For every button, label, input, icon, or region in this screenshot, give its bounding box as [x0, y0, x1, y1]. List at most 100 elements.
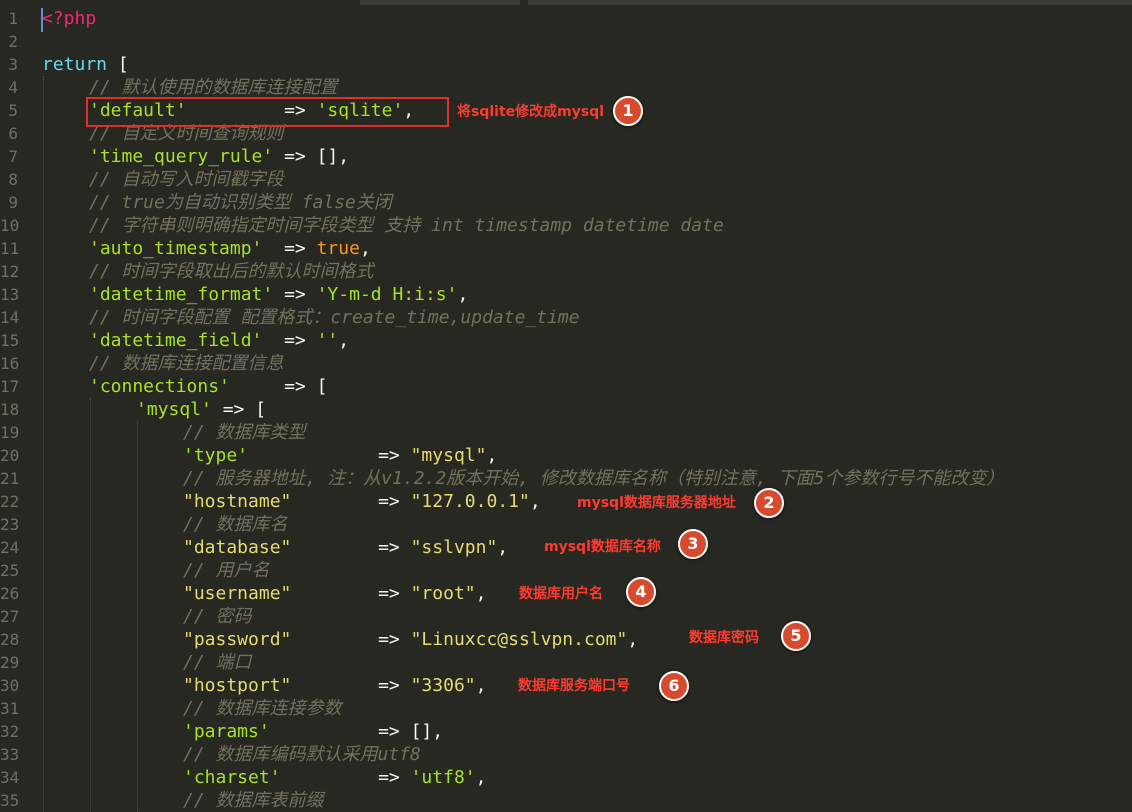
line-number: 34 — [0, 768, 20, 787]
code-token: , — [486, 445, 498, 466]
code-line[interactable]: 12 // 时间字段取出后的默认时间格式 — [0, 260, 1132, 283]
line-code: 'time_query_rule' => [], — [89, 145, 349, 168]
line-code: 'params' => [], — [183, 720, 443, 743]
code-line[interactable]: 3 return [ — [0, 53, 1132, 76]
line-number: 30 — [0, 676, 20, 695]
code-token: "password" — [183, 629, 292, 650]
line-number: 10 — [0, 216, 20, 235]
code-line[interactable]: 29 // 端口 — [0, 651, 1132, 674]
code-token: 'Y-m-d H:i:s' — [316, 284, 458, 305]
line-number: 15 — [0, 331, 20, 350]
line-number: 32 — [0, 722, 20, 741]
line-number: 11 — [0, 239, 20, 258]
code-token: // 时间字段配置 配置格式：create_time,update_time — [89, 307, 580, 328]
code-token: , — [529, 491, 541, 512]
code-line[interactable]: 18 'mysql' => [ — [0, 398, 1132, 421]
code-token: true — [316, 238, 360, 259]
code-line[interactable]: 19 // 数据库类型 — [0, 421, 1132, 444]
code-line[interactable]: 8 // 自动写入时间戳字段 — [0, 168, 1132, 191]
code-token: 'time_query_rule' — [89, 146, 274, 167]
line-code: // 自动写入时间戳字段 — [89, 168, 284, 191]
code-token: 'connections' — [89, 376, 230, 397]
line-code: // 默认使用的数据库连接配置 — [89, 76, 338, 99]
code-line[interactable]: 14 // 时间字段配置 配置格式：create_time,update_time — [0, 306, 1132, 329]
line-code: <?php — [42, 7, 96, 30]
code-token: => — [291, 629, 411, 650]
line-code: 'type' => "mysql", — [183, 444, 497, 467]
line-number: 22 — [0, 492, 20, 511]
code-token: "username" — [183, 583, 292, 604]
code-line[interactable]: 28 "password" => "Linuxcc@sslvpn.com", — [0, 628, 1132, 651]
code-line[interactable]: 2 — [0, 30, 1132, 53]
code-token: "Linuxcc@sslvpn.com" — [410, 629, 628, 650]
code-line[interactable]: 13 'datetime_format' => 'Y-m-d H:i:s', — [0, 283, 1132, 306]
code-line[interactable]: 22 "hostname" => "127.0.0.1", — [0, 490, 1132, 513]
code-line[interactable]: 35 // 数据库表前缀 — [0, 789, 1132, 812]
tab-bar — [0, 0, 1132, 5]
editor-tab-inactive[interactable] — [528, 0, 1132, 5]
annotation-1-label: 将sqlite修改成mysql — [457, 104, 605, 120]
code-line[interactable]: 34 'charset' => 'utf8', — [0, 766, 1132, 789]
line-number: 5 — [8, 101, 18, 120]
code-line[interactable]: 31 // 数据库连接参数 — [0, 697, 1132, 720]
code-line[interactable]: 32 'params' => [], — [0, 720, 1132, 743]
line-number: 19 — [0, 423, 20, 442]
line-code: // true为自动识别类型 false关闭 — [89, 191, 392, 214]
code-line[interactable]: 16 // 数据库连接配置信息 — [0, 352, 1132, 375]
code-line[interactable]: 27 // 密码 — [0, 605, 1132, 628]
line-code: return [ — [42, 53, 129, 76]
code-line[interactable]: 10 // 字符串则明确指定时间字段类型 支持 int timestamp dat… — [0, 214, 1132, 237]
line-code: 'charset' => 'utf8', — [183, 766, 486, 789]
annotation-5-label: 数据库密码 — [689, 630, 759, 646]
code-token: // 数据库类型 — [183, 422, 306, 443]
code-token: // true为自动识别类型 false关闭 — [89, 192, 392, 213]
code-token: , — [475, 767, 487, 788]
code-token: [ — [107, 54, 129, 75]
code-line[interactable]: 17 'connections' => [ — [0, 375, 1132, 398]
code-token: // 时间字段取出后的默认时间格式 — [89, 261, 374, 282]
code-token: '' — [316, 330, 339, 351]
code-line[interactable]: 23 // 数据库名 — [0, 513, 1132, 536]
code-token: <?php — [42, 8, 97, 29]
code-token: => — [248, 445, 411, 466]
code-line[interactable]: 15 'datetime_field' => '', — [0, 329, 1132, 352]
line-code: 'mysql' => [ — [136, 398, 266, 421]
code-line[interactable]: 9 // true为自动识别类型 false关闭 — [0, 191, 1132, 214]
line-code: // 时间字段取出后的默认时间格式 — [89, 260, 374, 283]
code-token: "3306" — [410, 675, 476, 696]
line-number: 2 — [8, 32, 18, 51]
code-line[interactable]: 1 <?php — [0, 7, 1132, 30]
code-line[interactable]: 33 // 数据库编码默认采用utf8 — [0, 743, 1132, 766]
line-code: // 密码 — [183, 605, 252, 628]
indent-guide — [90, 398, 91, 812]
code-line[interactable]: 4 // 默认使用的数据库连接配置 — [0, 76, 1132, 99]
line-number: 7 — [8, 147, 18, 166]
code-token: => [], — [269, 721, 444, 742]
line-number: 12 — [0, 262, 20, 281]
line-code: 'connections' => [ — [89, 375, 327, 398]
code-token: "hostname" — [183, 491, 292, 512]
line-number: 8 — [8, 170, 18, 189]
line-code: 'datetime_field' => '', — [89, 329, 349, 352]
code-token: return — [42, 54, 108, 75]
editor-tab[interactable] — [360, 0, 520, 5]
code-token: => [], — [273, 146, 350, 167]
code-line[interactable]: 25 // 用户名 — [0, 559, 1132, 582]
code-line[interactable]: 21 // 服务器地址, 注：从v1.2.2版本开始, 修改数据库名称（特别注意,… — [0, 467, 1132, 490]
code-token: // 数据库连接配置信息 — [89, 353, 284, 374]
line-code: // 数据库类型 — [183, 421, 306, 444]
code-line[interactable]: 7 'time_query_rule' => [], — [0, 145, 1132, 168]
highlight-box-default — [86, 97, 449, 127]
code-token: // 服务器地址, 注：从v1.2.2版本开始, 修改数据库名称（特别注意, 下… — [183, 468, 1005, 489]
code-token: 'utf8' — [410, 767, 476, 788]
code-token: 'params' — [183, 721, 270, 742]
annotation-3-badge: 3 — [678, 529, 708, 559]
code-line[interactable]: 20 'type' => "mysql", — [0, 444, 1132, 467]
code-token: 'auto_timestamp' — [89, 238, 263, 259]
line-code: // 时间字段配置 配置格式：create_time,update_time — [89, 306, 580, 329]
code-line[interactable]: 11 'auto_timestamp' => true, — [0, 237, 1132, 260]
annotation-6-label: 数据库服务端口号 — [518, 678, 630, 694]
code-token: , — [627, 629, 639, 650]
code-token: // 密码 — [183, 606, 252, 627]
line-number: 13 — [0, 285, 20, 304]
